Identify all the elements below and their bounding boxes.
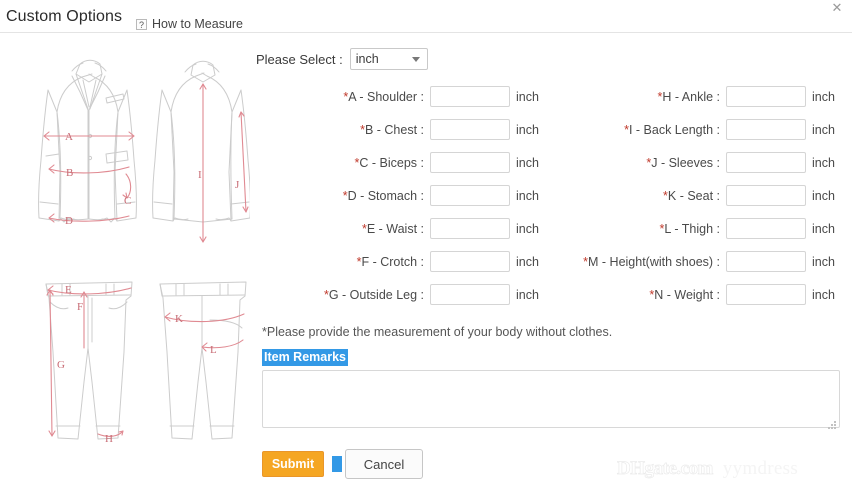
diagram-marker-k: K: [175, 313, 183, 325]
label-crotch: *F - Crotch :: [356, 254, 424, 269]
unit-height: inch: [812, 254, 835, 269]
unit-select-value: inch: [355, 52, 379, 66]
submit-button[interactable]: Submit: [262, 451, 324, 477]
input-shoulder[interactable]: [430, 86, 510, 107]
label-thigh: *L - Thigh :: [659, 221, 720, 236]
unit-stomach: inch: [516, 188, 539, 203]
input-back-length[interactable]: [726, 119, 806, 140]
input-height[interactable]: [726, 251, 806, 272]
label-outside-leg: *G - Outside Leg :: [323, 287, 424, 302]
remarks-section: Item Remarks: [256, 339, 846, 433]
how-to-measure-link[interactable]: ? How to Measure: [136, 17, 243, 31]
remarks-textarea[interactable]: [262, 370, 840, 428]
label-waist: *E - Waist :: [361, 221, 424, 236]
dialog-header: Custom Options ? How to Measure ✕: [0, 0, 852, 33]
remarks-label: Item Remarks: [262, 349, 348, 366]
unit-outside-leg: inch: [516, 287, 539, 302]
diagram-marker-i: I: [198, 169, 202, 181]
unit-back-length: inch: [812, 122, 835, 137]
input-biceps[interactable]: [430, 152, 510, 173]
diagram-marker-b: B: [66, 167, 73, 179]
label-back-length: *I - Back Length :: [624, 122, 720, 137]
field-row-thigh: *L - Thigh : inch: [550, 212, 846, 245]
unit-biceps: inch: [516, 155, 539, 170]
input-weight[interactable]: [726, 284, 806, 305]
label-sleeves: *J - Sleeves :: [646, 155, 720, 170]
field-row-outside-leg: *G - Outside Leg : inch: [256, 278, 550, 311]
unit-select[interactable]: inch: [349, 48, 428, 70]
unit-chest: inch: [516, 122, 539, 137]
unit-shoulder: inch: [516, 89, 539, 104]
measurement-note: *Please provide the measurement of your …: [262, 325, 613, 339]
field-row-biceps: *C - Biceps : inch: [256, 146, 550, 179]
input-stomach[interactable]: [430, 185, 510, 206]
input-seat[interactable]: [726, 185, 806, 206]
unit-crotch: inch: [516, 254, 539, 269]
label-ankle: *H - Ankle :: [657, 89, 720, 104]
field-row-chest: *B - Chest : inch: [256, 113, 550, 146]
label-weight: *N - Weight :: [649, 287, 720, 302]
unit-thigh: inch: [812, 221, 835, 236]
unit-ankle: inch: [812, 89, 835, 104]
input-thigh[interactable]: [726, 218, 806, 239]
diagram-marker-g: G: [57, 359, 65, 371]
question-mark-icon: ?: [136, 18, 147, 30]
diagram-marker-h: H: [105, 433, 113, 445]
label-seat: *K - Seat :: [663, 188, 720, 203]
input-sleeves[interactable]: [726, 152, 806, 173]
input-outside-leg[interactable]: [430, 284, 510, 305]
text-selection-highlight: [332, 456, 342, 472]
input-waist[interactable]: [430, 218, 510, 239]
diagram-marker-l: L: [210, 344, 217, 356]
field-row-shoulder: *A - Shoulder : inch: [256, 80, 550, 113]
diagram-marker-j: J: [235, 179, 240, 191]
close-icon[interactable]: ✕: [830, 1, 844, 15]
unit-selector-row: Please Select : inch: [256, 44, 846, 74]
label-shoulder: *A - Shoulder :: [343, 89, 424, 104]
label-height: *M - Height(with shoes) :: [583, 254, 720, 269]
label-biceps: *C - Biceps :: [354, 155, 424, 170]
chevron-down-icon: [411, 57, 420, 62]
page-title: Custom Options: [6, 8, 123, 25]
how-to-measure-label: How to Measure: [152, 17, 244, 31]
measurements-grid: *A - Shoulder : inch *H - Ankle : inch *…: [256, 80, 846, 311]
diagram-marker-c: C: [124, 195, 131, 207]
field-row-back-length: *I - Back Length : inch: [550, 113, 846, 146]
input-ankle[interactable]: [726, 86, 806, 107]
diagram-marker-f: F: [77, 301, 83, 313]
unit-seat: inch: [812, 188, 835, 203]
field-row-stomach: *D - Stomach : inch: [256, 179, 550, 212]
field-row-height: *M - Height(with shoes) : inch: [550, 245, 846, 278]
field-row-weight: *N - Weight : inch: [550, 278, 846, 311]
field-row-waist: *E - Waist : inch: [256, 212, 550, 245]
input-crotch[interactable]: [430, 251, 510, 272]
unit-waist: inch: [516, 221, 539, 236]
input-chest[interactable]: [430, 119, 510, 140]
field-row-sleeves: *J - Sleeves : inch: [550, 146, 846, 179]
field-row-ankle: *H - Ankle : inch: [550, 80, 846, 113]
unit-selector-label: Please Select :: [256, 51, 343, 67]
remarks-wrapper: [262, 370, 840, 433]
field-row-seat: *K - Seat : inch: [550, 179, 846, 212]
action-buttons: Submit Cancel: [262, 449, 846, 479]
cancel-button[interactable]: Cancel: [345, 449, 423, 479]
diagram-marker-a: A: [65, 131, 73, 143]
suit-measurement-diagram: A B C D E F G H I J K L: [10, 52, 250, 447]
label-chest: *B - Chest :: [360, 122, 424, 137]
diagram-marker-e: E: [65, 284, 72, 296]
diagram-marker-d: D: [65, 215, 73, 227]
custom-options-form: Please Select : inch *A - Shoulder : inc…: [256, 44, 846, 479]
label-stomach: *D - Stomach :: [342, 188, 424, 203]
unit-sleeves: inch: [812, 155, 835, 170]
unit-weight: inch: [812, 287, 835, 302]
field-row-crotch: *F - Crotch : inch: [256, 245, 550, 278]
